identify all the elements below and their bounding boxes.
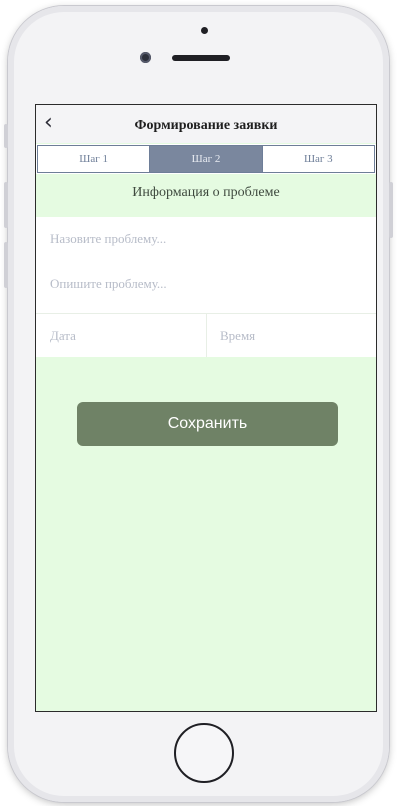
tab-step-3[interactable]: Шаг 3 [261, 145, 375, 173]
problem-description-input[interactable] [36, 262, 376, 306]
date-input[interactable] [36, 314, 206, 357]
volume-up-button [4, 182, 8, 228]
time-input[interactable] [206, 314, 376, 357]
time-field-container [206, 314, 376, 357]
power-button [389, 182, 393, 238]
front-camera [140, 52, 151, 63]
tab-step-1[interactable]: Шаг 1 [37, 145, 151, 173]
save-button[interactable]: Сохранить [77, 402, 338, 446]
problem-name-input[interactable] [36, 217, 376, 261]
home-button[interactable] [174, 723, 234, 783]
problem-form [36, 217, 376, 357]
page-title: Формирование заявки [134, 118, 278, 133]
navigation-bar: ‹ Формирование заявки [36, 105, 376, 143]
tab-step-2[interactable]: Шаг 2 [149, 145, 263, 173]
front-sensor [201, 27, 208, 34]
earpiece-speaker [172, 55, 230, 61]
section-title: Информация о проблеме [132, 185, 280, 200]
volume-down-button [4, 242, 8, 288]
step-tabs: Шаг 1 Шаг 2 Шаг 3 [36, 144, 376, 174]
date-field-container [36, 314, 206, 357]
silent-switch [4, 124, 8, 148]
app-screen: ‹ Формирование заявки Шаг 1 Шаг 2 Шаг 3 … [35, 104, 377, 712]
